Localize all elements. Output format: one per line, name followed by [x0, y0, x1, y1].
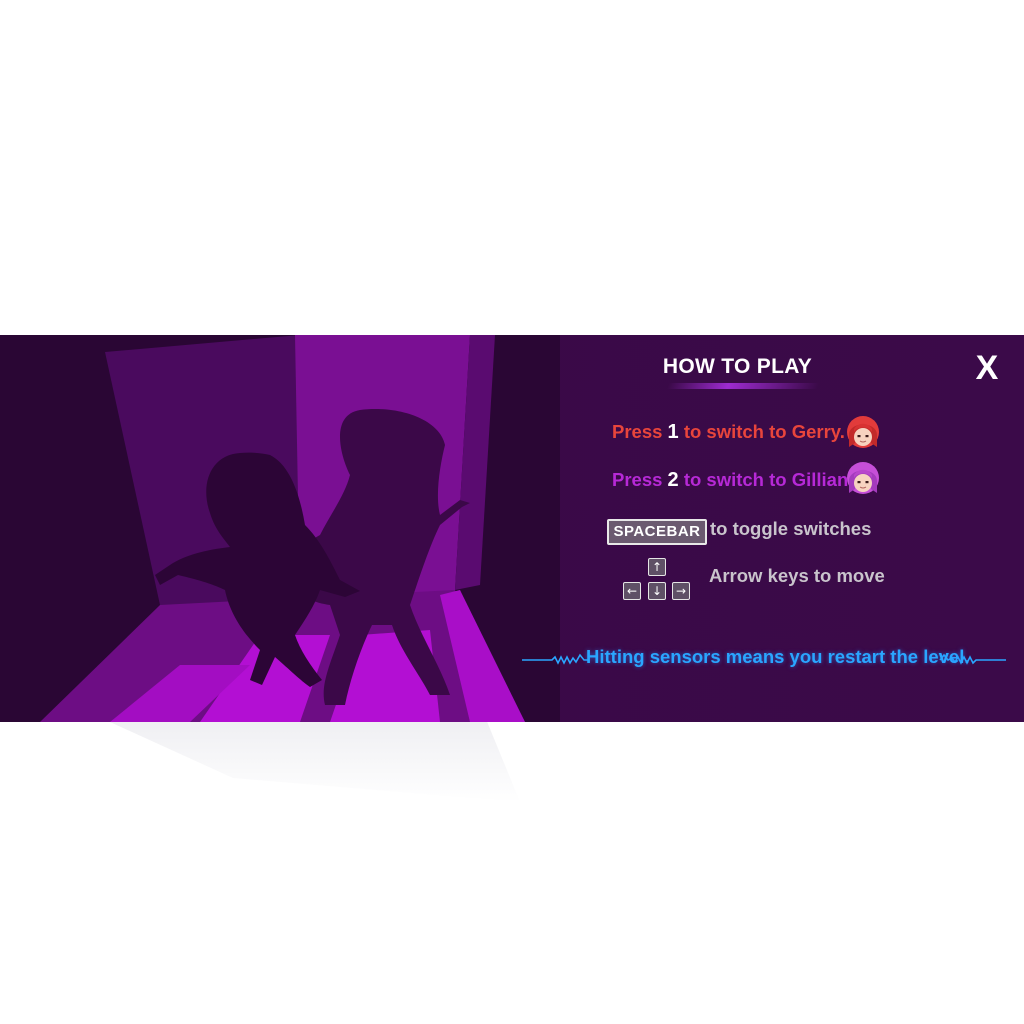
- gillian-instruction-text: to switch to Gillian.: [683, 469, 854, 490]
- gerry-key-number: 1: [667, 421, 679, 443]
- gillian-avatar-icon: [847, 462, 879, 494]
- sensor-warning-text: Hitting sensors means you restart the le…: [586, 646, 970, 667]
- how-to-play-title: HOW TO PLAY: [662, 355, 813, 378]
- gillian-key-number: 2: [667, 469, 679, 491]
- game-screen: HOW TO PLAY X Press 1 to switch to Gerry…: [0, 0, 1024, 1024]
- arrow-left-key-icon: ←: [623, 582, 641, 600]
- gerry-press-label: Press: [612, 421, 663, 442]
- title-underline: [666, 383, 820, 389]
- silhouette-illustration: [0, 335, 560, 722]
- panel-reflection: [110, 722, 520, 802]
- spacebar-instruction-text: to toggle switches: [710, 518, 872, 539]
- gerry-instruction-text: to switch to Gerry.: [683, 421, 845, 442]
- spacebar-key-icon: SPACEBAR: [607, 519, 707, 545]
- gerry-avatar-icon: [847, 416, 879, 448]
- gillian-press-label: Press: [612, 469, 663, 490]
- arrow-right-key-icon: →: [672, 582, 690, 600]
- how-to-play-panel: HOW TO PLAY X Press 1 to switch to Gerry…: [0, 335, 1024, 722]
- switch-to-gerry-instruction: Press 1 to switch to Gerry.: [612, 421, 845, 444]
- arrow-up-key-icon: ↑: [648, 558, 666, 576]
- close-button[interactable]: X: [970, 349, 1004, 387]
- arrow-keys-instruction-text: Arrow keys to move: [709, 565, 885, 586]
- arrow-down-key-icon: ↓: [648, 582, 666, 600]
- switch-to-gillian-instruction: Press 2 to switch to Gillian.: [612, 469, 853, 492]
- close-icon: X: [975, 349, 999, 387]
